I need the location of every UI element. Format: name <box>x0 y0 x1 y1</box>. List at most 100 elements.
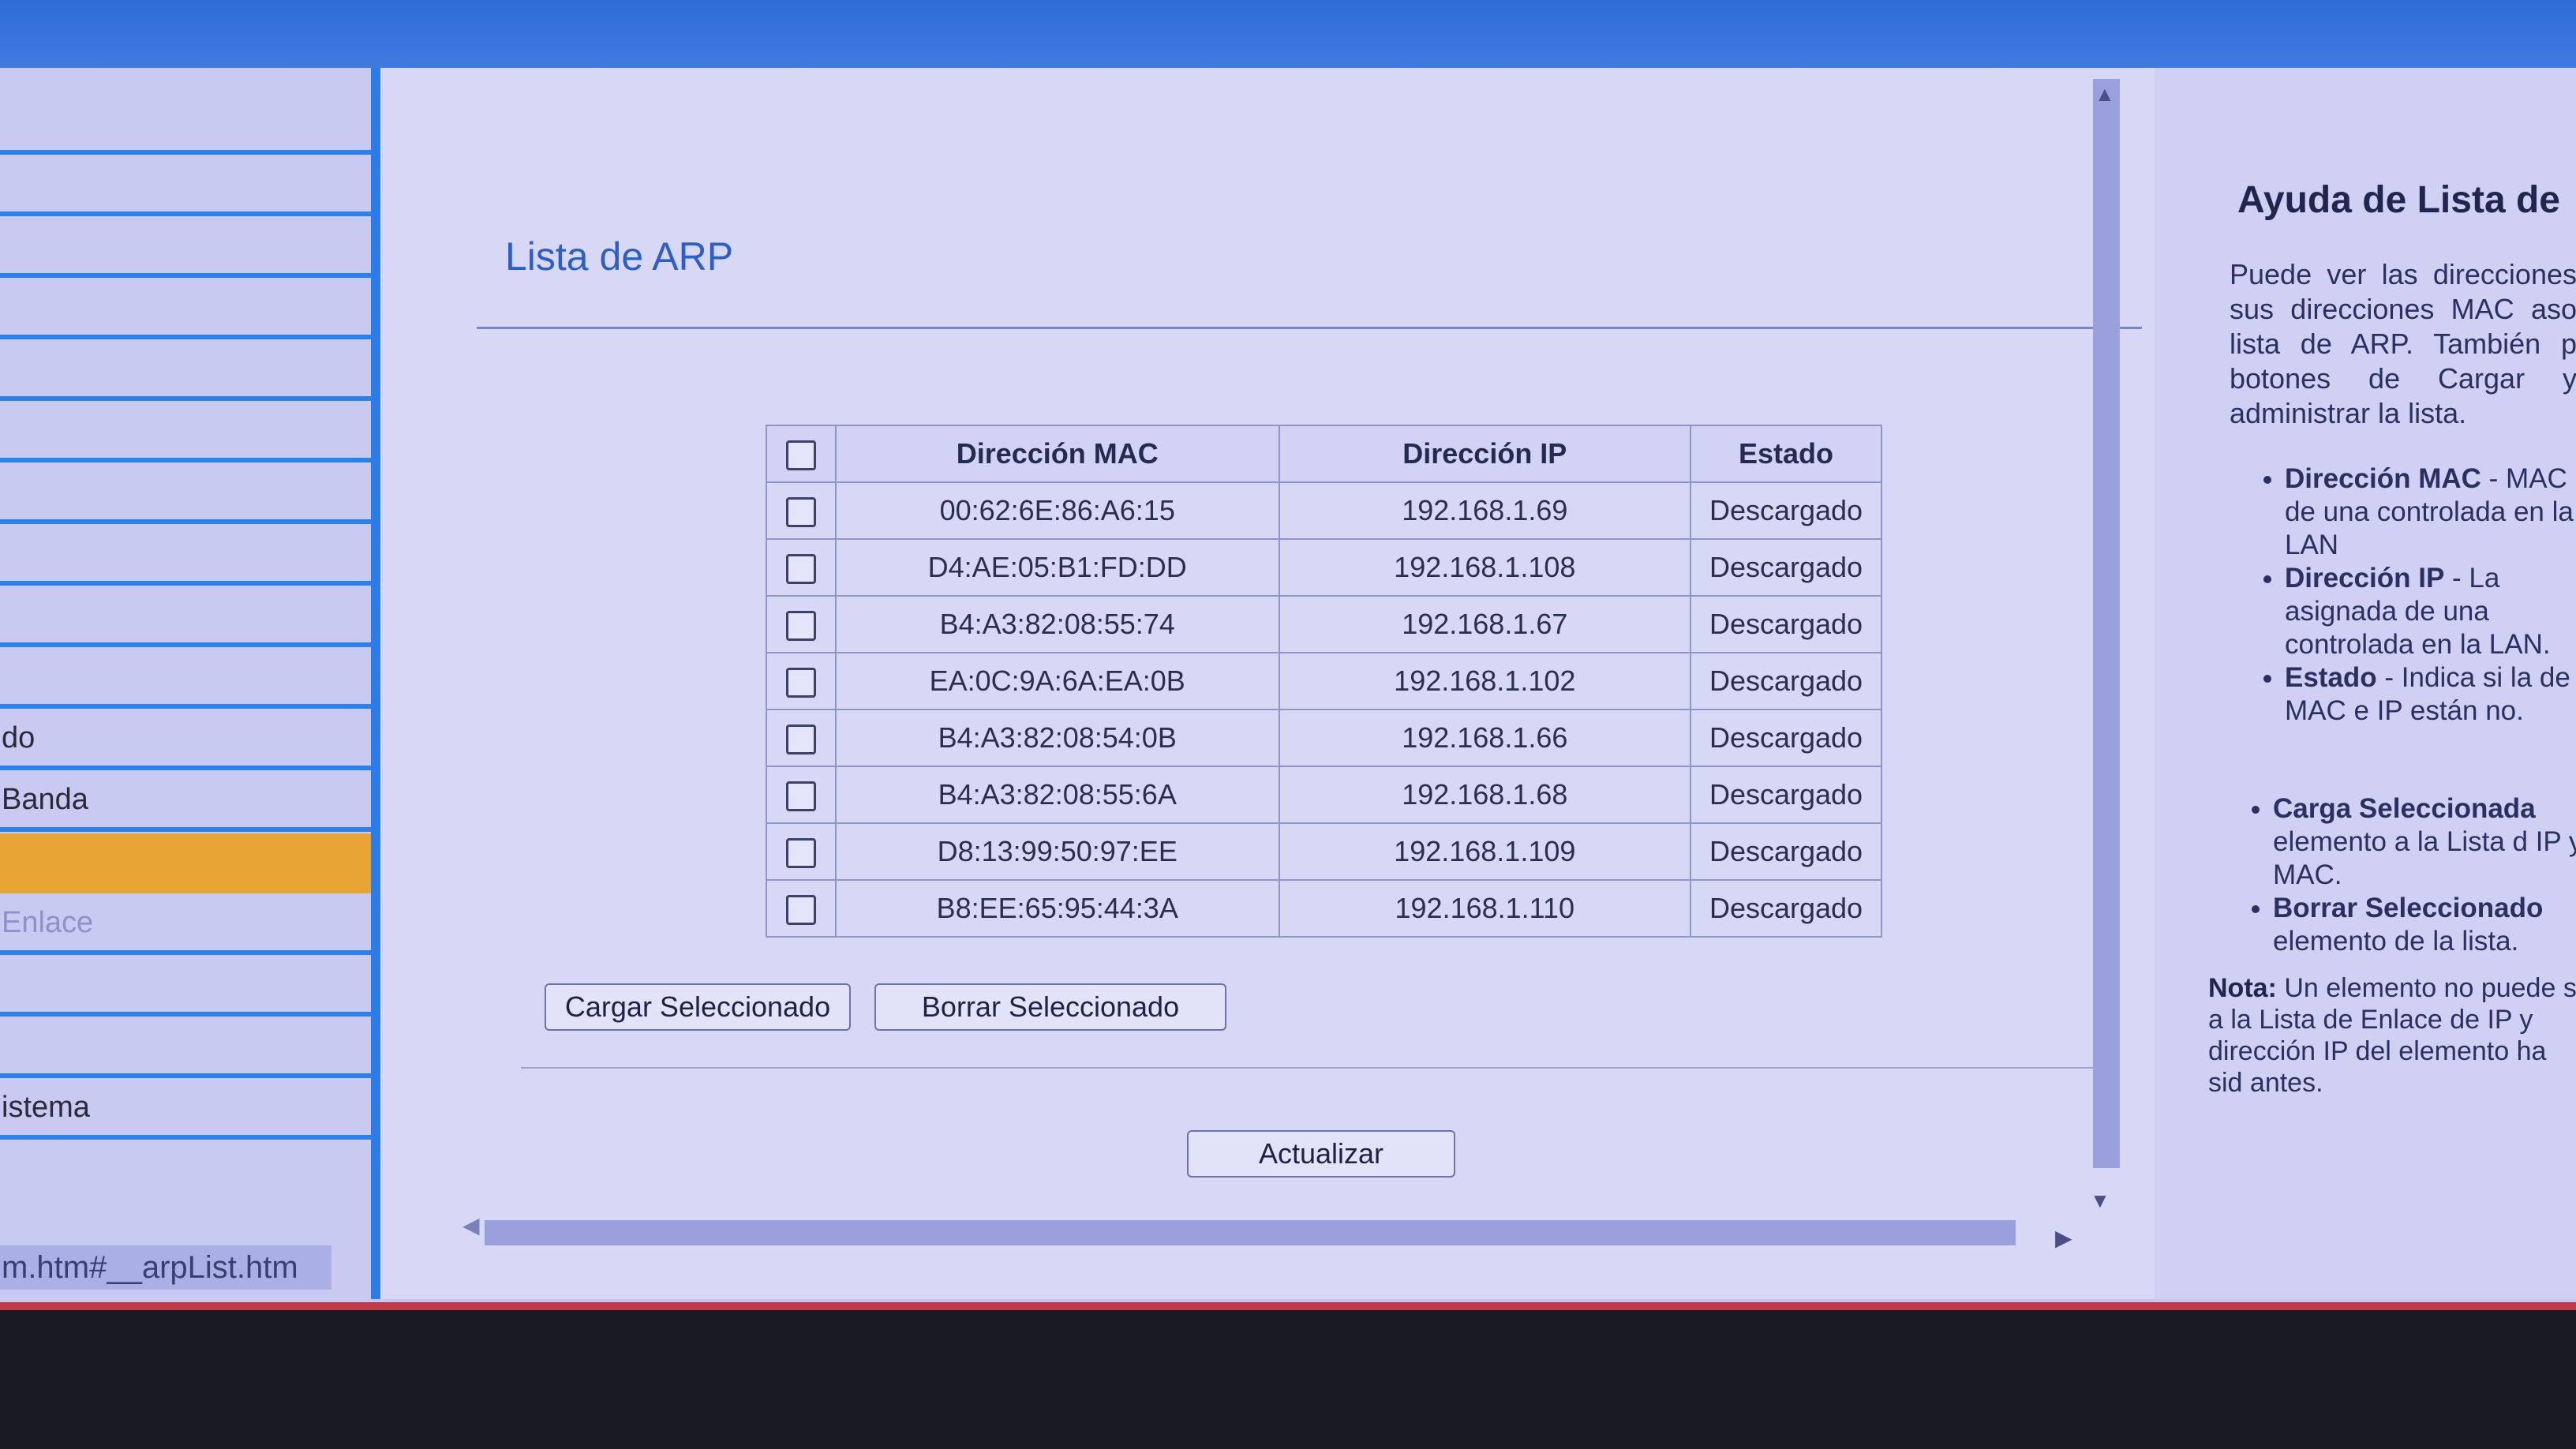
row-checkbox[interactable] <box>785 895 816 926</box>
scroll-up-arrow-icon[interactable]: ▲ <box>2095 82 2115 107</box>
cell-estado: Descargado <box>1690 538 1882 597</box>
sidebar-item[interactable]: Enlace <box>0 895 371 955</box>
scroll-right-arrow-icon[interactable]: ▶ <box>2055 1225 2072 1251</box>
help-term-description: elemento de la lista. <box>2273 926 2519 957</box>
delete-selected-button[interactable]: Borrar Seleccionado <box>874 983 1226 1031</box>
cell-estado: Descargado <box>1690 652 1882 710</box>
row-select-cell <box>766 481 837 540</box>
sidebar-item[interactable]: do <box>0 710 371 770</box>
window-bottom-border <box>0 1302 2576 1310</box>
cell-ip: 192.168.1.110 <box>1278 879 1692 938</box>
table-header-row: Dirección MAC Dirección IP Estado <box>766 425 1882 483</box>
load-selected-button[interactable]: Cargar Seleccionado <box>545 983 851 1031</box>
horizontal-scrollbar[interactable] <box>485 1220 2016 1245</box>
help-note-label: Nota: <box>2208 973 2277 1003</box>
page-title: Lista de ARP <box>505 234 734 279</box>
header-mac: Dirección MAC <box>834 425 1280 483</box>
sidebar-item[interactable] <box>0 156 371 216</box>
cell-estado: Descargado <box>1690 481 1882 540</box>
top-bar <box>0 0 2576 73</box>
table-row: D4:AE:05:B1:FD:DD 192.168.1.108 Descargado <box>766 538 1882 597</box>
sidebar-item[interactable] <box>0 1018 371 1078</box>
cell-mac: B8:EE:65:95:44:3A <box>834 879 1280 938</box>
scroll-left-arrow-icon[interactable]: ◀ <box>462 1212 480 1238</box>
cell-ip: 192.168.1.108 <box>1278 538 1692 597</box>
help-term: Dirección IP <box>2285 563 2445 593</box>
sidebar-item[interactable] <box>0 279 371 339</box>
scroll-down-arrow-icon[interactable]: ▼ <box>2090 1189 2110 1213</box>
title-divider <box>477 327 2142 329</box>
sidebar-item[interactable] <box>0 218 371 278</box>
help-term: Borrar Seleccionado <box>2273 893 2544 923</box>
row-select-cell <box>766 822 837 881</box>
refresh-button[interactable]: Actualizar <box>1187 1130 1455 1178</box>
help-button-list: Carga Seleccionada elemento a la Lista d… <box>2249 792 2576 958</box>
help-term: Estado <box>2285 662 2377 693</box>
sidebar-item[interactable] <box>0 526 371 586</box>
cell-mac: 00:62:6E:86:A6:15 <box>834 481 1280 540</box>
cell-ip: 192.168.1.68 <box>1278 766 1692 824</box>
table-row: B4:A3:82:08:54:0B 192.168.1.66 Descargado <box>766 709 1882 767</box>
cell-ip: 192.168.1.67 <box>1278 595 1692 653</box>
header-estado: Estado <box>1690 425 1882 483</box>
table-row: B8:EE:65:95:44:3A 192.168.1.110 Descargado <box>766 879 1882 938</box>
vertical-scrollbar[interactable] <box>2093 79 2120 1168</box>
cell-mac: D8:13:99:50:97:EE <box>834 822 1280 881</box>
row-select-cell <box>766 766 837 824</box>
help-list-item: Estado - Indica si la de MAC e IP están … <box>2285 661 2576 728</box>
sidebar-item[interactable] <box>0 833 371 893</box>
cell-ip: 192.168.1.109 <box>1278 822 1692 881</box>
cell-mac: B4:A3:82:08:54:0B <box>834 709 1280 767</box>
cell-estado: Descargado <box>1690 595 1882 653</box>
row-checkbox[interactable] <box>785 838 816 869</box>
cell-estado: Descargado <box>1690 709 1882 767</box>
sidebar-item[interactable] <box>0 649 371 709</box>
help-note: Nota: Un elemento no puede s a la Lista … <box>2208 972 2576 1099</box>
status-url: m.htm#__arpList.htm <box>0 1245 331 1290</box>
sidebar-item[interactable] <box>0 402 371 462</box>
cell-ip: 192.168.1.66 <box>1278 709 1692 767</box>
sidebar-item[interactable]: Banda <box>0 772 371 832</box>
sidebar-item[interactable] <box>0 464 371 524</box>
help-panel: Ayuda de Lista de Puede ver las direccio… <box>2155 68 2576 1299</box>
cell-mac: B4:A3:82:08:55:74 <box>834 595 1280 653</box>
sidebar-item[interactable] <box>0 957 371 1017</box>
row-checkbox[interactable] <box>785 611 816 642</box>
cell-estado: Descargado <box>1690 822 1882 881</box>
help-intro: Puede ver las direcciones sus direccione… <box>2230 258 2576 429</box>
arp-table-body: 00:62:6E:86:A6:15 192.168.1.69 Descargado D… <box>766 481 1882 938</box>
row-checkbox[interactable] <box>785 724 816 755</box>
row-checkbox[interactable] <box>785 497 816 528</box>
sidebar-item[interactable] <box>0 341 371 401</box>
cell-mac: B4:A3:82:08:55:6A <box>834 766 1280 824</box>
help-list-item: Dirección MAC - MAC de una controlada en… <box>2285 462 2576 562</box>
cell-mac: D4:AE:05:B1:FD:DD <box>834 538 1280 597</box>
help-term: Carga Seleccionada <box>2273 793 2536 824</box>
cell-ip: 192.168.1.102 <box>1278 652 1692 710</box>
select-all-checkbox[interactable] <box>785 440 816 471</box>
row-select-cell <box>766 709 837 767</box>
table-row: D8:13:99:50:97:EE 192.168.1.109 Descargado <box>766 822 1882 881</box>
select-all-cell <box>766 425 837 483</box>
cell-estado: Descargado <box>1690 879 1882 938</box>
header-ip: Dirección IP <box>1278 425 1692 483</box>
help-term-description: elemento a la Lista d IP y MAC. <box>2273 826 2576 890</box>
table-row: EA:0C:9A:6A:EA:0B 192.168.1.102 Descargado <box>766 652 1882 710</box>
sidebar-item[interactable]: istema <box>0 1080 371 1140</box>
help-list-item: Dirección IP - La asignada de una contro… <box>2285 562 2576 661</box>
screen: do Banda Enlace istema m.htm#__arpList.htm … <box>0 0 2576 1310</box>
row-checkbox[interactable] <box>785 554 816 585</box>
cell-ip: 192.168.1.69 <box>1278 481 1692 540</box>
help-title: Ayuda de Lista de <box>2237 179 2560 221</box>
sidebar-item[interactable] <box>0 587 371 647</box>
row-select-cell <box>766 652 837 710</box>
help-list-item: Carga Seleccionada elemento a la Lista d… <box>2273 792 2576 892</box>
row-checkbox[interactable] <box>785 668 816 698</box>
row-select-cell <box>766 595 837 653</box>
sidebar-item[interactable] <box>0 95 371 155</box>
arp-table: Dirección MAC Dirección IP Estado 00:62:… <box>766 425 1882 938</box>
help-field-list: Dirección MAC - MAC de una controlada en… <box>2261 462 2576 728</box>
row-checkbox[interactable] <box>785 781 816 812</box>
help-list-item: Borrar Seleccionado elemento de la lista… <box>2273 892 2576 958</box>
cell-estado: Descargado <box>1690 766 1882 824</box>
